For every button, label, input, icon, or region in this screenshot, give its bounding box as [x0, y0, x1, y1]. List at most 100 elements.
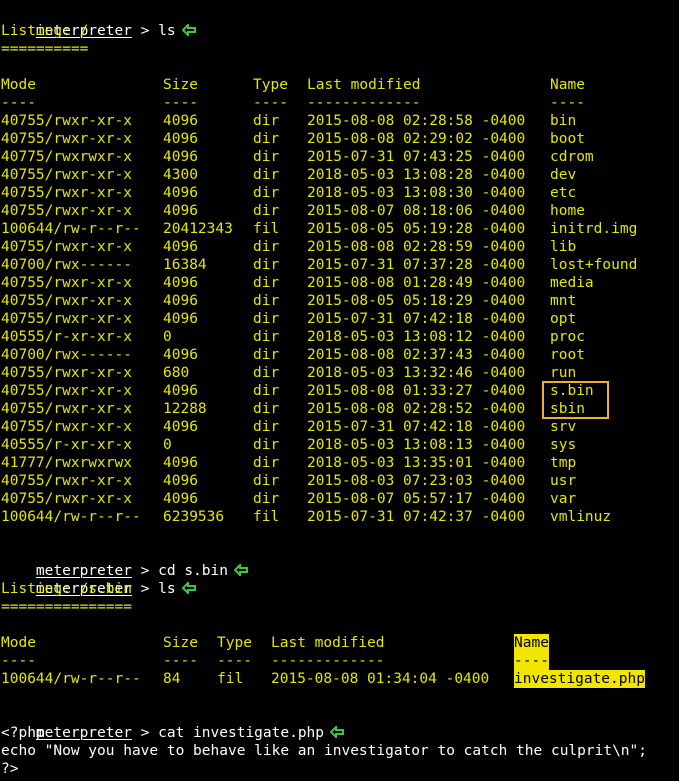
- type-cell: dir: [253, 329, 280, 345]
- mode-cell: 40755/rwxr-xr-x: [1, 239, 132, 255]
- modified-cell: 2015-08-08 02:28:52 -0400: [307, 401, 526, 417]
- size-cell: ----: [163, 653, 198, 669]
- command-line: meterpreter > cat investigate.php: [1, 706, 345, 741]
- table-row: 40755/rwxr-xr-x 4096 dir 2018-05-03 13:08:3…: [0, 184, 679, 202]
- arrow-left-icon: [330, 726, 345, 738]
- table-header-rule: ---- ---- ---- ------------- ----: [0, 652, 679, 670]
- name-cell: var: [550, 491, 577, 507]
- size-cell: 4096: [163, 293, 198, 309]
- size-cell: 4096: [163, 203, 198, 219]
- type-cell: dir: [253, 491, 280, 507]
- mode-cell: 40755/rwxr-xr-x: [1, 365, 132, 381]
- mode-cell: 40755/rwxr-xr-x: [1, 383, 132, 399]
- size-cell: 4096: [163, 185, 198, 201]
- name-cell: etc: [550, 185, 577, 201]
- name-cell: media: [550, 275, 594, 291]
- modified-cell: 2015-07-31 07:42:18 -0400: [307, 419, 526, 435]
- name-cell: mnt: [550, 293, 577, 309]
- type-cell: dir: [253, 347, 280, 363]
- listing-path: Listing: /: [1, 23, 89, 39]
- table-row: 41777/rwxrwxrwx 4096 dir 2018-05-03 13:35:0…: [0, 454, 679, 472]
- name-cell: ----: [514, 652, 549, 670]
- table-row: 40755/rwxr-xr-x 4096 dir 2015-07-31 07:42:1…: [0, 310, 679, 328]
- mode-cell: 40755/rwxr-xr-x: [1, 311, 132, 327]
- meterpreter-prompt: meterpreter: [35, 725, 132, 741]
- name-cell: tmp: [550, 455, 577, 471]
- table-row: 40755/rwxr-xr-x 4300 dir 2018-05-03 13:08:2…: [0, 166, 679, 184]
- size-cell: 4300: [163, 167, 198, 183]
- type-cell: dir: [253, 131, 280, 147]
- modified-cell: 2015-07-31 07:42:37 -0400: [307, 509, 526, 525]
- table-row: 100644/rw-r--r-- 20412343 fil 2015-08-05 05…: [0, 220, 679, 238]
- modified-cell: 2015-08-08 02:28:59 -0400: [307, 239, 526, 255]
- arrow-left-icon: [181, 582, 196, 594]
- size-cell: 0: [163, 329, 172, 345]
- command-line: meterpreter > ls: [1, 562, 196, 597]
- type-cell: dir: [253, 257, 280, 273]
- modified-cell: Last modified: [271, 635, 385, 651]
- modified-cell: 2015-08-08 01:33:27 -0400: [307, 383, 526, 399]
- size-cell: 4096: [163, 455, 198, 471]
- table-row: 40755/rwxr-xr-x 4096 dir 2015-08-07 05:57:1…: [0, 490, 679, 508]
- mode-cell: 40755/rwxr-xr-x: [1, 293, 132, 309]
- name-cell: initrd.img: [550, 221, 638, 237]
- type-cell: fil: [253, 509, 280, 525]
- type-cell: dir: [253, 167, 280, 183]
- size-cell: Size: [163, 77, 198, 93]
- mode-cell: 40755/rwxr-xr-x: [1, 401, 132, 417]
- mode-cell: 40755/rwxr-xr-x: [1, 473, 132, 489]
- name-cell: cdrom: [550, 149, 594, 165]
- table-row: 40775/rwxrwxr-x 4096 dir 2015-07-31 07:43:2…: [0, 148, 679, 166]
- size-cell: 4096: [163, 149, 198, 165]
- file-output-line: ?>: [1, 761, 19, 777]
- type-cell: Type: [253, 77, 288, 93]
- table-header-rule: ---- ---- ---- ------------- ----: [0, 94, 679, 112]
- table-row: 100644/rw-r--r-- 6239536 fil 2015-07-31 07:…: [0, 508, 679, 526]
- name-cell: s.bin: [550, 383, 594, 399]
- mode-cell: 40755/rwxr-xr-x: [1, 275, 132, 291]
- table-row: 40755/rwxr-xr-x 4096 dir 2015-08-03 07:23:0…: [0, 472, 679, 490]
- mode-cell: 40755/rwxr-xr-x: [1, 203, 132, 219]
- command-text: > cat investigate.php: [131, 725, 325, 741]
- command-line: meterpreter > ls: [1, 4, 196, 39]
- size-cell: 4096: [163, 275, 198, 291]
- name-cell: Name: [550, 77, 585, 93]
- type-cell: dir: [253, 401, 280, 417]
- modified-cell: 2015-08-08 01:28:49 -0400: [307, 275, 526, 291]
- type-cell: dir: [253, 185, 280, 201]
- name-cell: dev: [550, 167, 577, 183]
- mode-cell: 100644/rw-r--r--: [1, 671, 141, 687]
- type-cell: dir: [253, 419, 280, 435]
- modified-cell: 2015-08-05 05:18:29 -0400: [307, 293, 526, 309]
- mode-cell: Mode: [1, 635, 36, 651]
- type-cell: dir: [253, 149, 280, 165]
- type-cell: dir: [253, 113, 280, 129]
- name-cell: home: [550, 203, 585, 219]
- type-cell: dir: [253, 311, 280, 327]
- size-cell: 4096: [163, 311, 198, 327]
- mode-cell: 100644/rw-r--r--: [1, 221, 141, 237]
- table-row: 40755/rwxr-xr-x 4096 dir 2015-08-08 02:28:5…: [0, 112, 679, 130]
- table-row: 40555/r-xr-xr-x 0 dir 2018-05-03 13:08:12 -…: [0, 328, 679, 346]
- name-cell: investigate.php: [514, 670, 645, 688]
- table-row: 40755/rwxr-xr-x 4096 dir 2015-08-08 01:28:4…: [0, 274, 679, 292]
- type-cell: fil: [217, 671, 244, 687]
- table-row: 40755/rwxr-xr-x 680 dir 2018-05-03 13:32:46…: [0, 364, 679, 382]
- size-cell: Size: [163, 635, 198, 651]
- name-cell: run: [550, 365, 577, 381]
- size-cell: ----: [163, 95, 198, 111]
- modified-cell: 2015-08-08 02:28:58 -0400: [307, 113, 526, 129]
- size-cell: 4096: [163, 473, 198, 489]
- mode-cell: 40755/rwxr-xr-x: [1, 113, 132, 129]
- command-text: > ls: [131, 23, 176, 39]
- name-cell: lib: [550, 239, 577, 255]
- type-cell: dir: [253, 203, 280, 219]
- mode-cell: 40755/rwxr-xr-x: [1, 419, 132, 435]
- name-cell: ----: [550, 95, 585, 111]
- modified-cell: 2015-08-07 08:18:06 -0400: [307, 203, 526, 219]
- table-row: 100644/rw-r--r-- 84 fil 2015-08-08 01:34:04…: [0, 670, 679, 688]
- listing-rule: ===============: [1, 599, 132, 615]
- size-cell: 6239536: [163, 509, 225, 525]
- name-cell: usr: [550, 473, 577, 489]
- table-row: 40755/rwxr-xr-x 4096 dir 2015-08-07 08:18:0…: [0, 202, 679, 220]
